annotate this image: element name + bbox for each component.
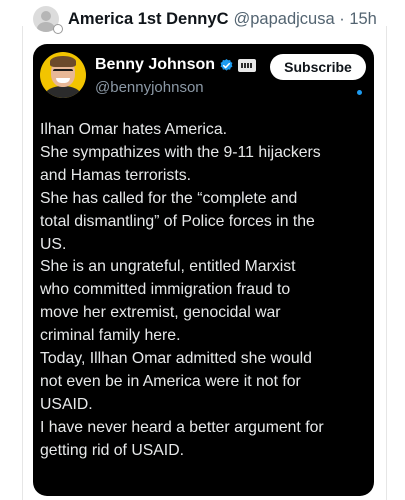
text-line: criminal family here. bbox=[40, 327, 181, 345]
author-handle[interactable]: @papadjcusa · 15h bbox=[233, 10, 376, 29]
avatar-glasses bbox=[53, 69, 73, 76]
avatar-placeholder-head bbox=[41, 11, 51, 21]
affiliate-badge-icon bbox=[238, 58, 257, 72]
post-time[interactable]: 15h bbox=[349, 10, 377, 28]
text-line: Today, Illhan Omar admitted she would bbox=[40, 350, 312, 368]
card-author-handle[interactable]: @bennyjohnson bbox=[95, 79, 204, 96]
text-line: I have never heard a better argument for bbox=[40, 418, 324, 436]
subscribe-button[interactable]: Subscribe bbox=[270, 54, 366, 80]
text-line: She sympathizes with the 9-11 hijackers bbox=[40, 143, 321, 161]
text-line: total dismantling” of Police forces in t… bbox=[40, 212, 315, 230]
avatar-body bbox=[45, 86, 81, 98]
affiliate-badge-bars bbox=[241, 62, 254, 68]
text-line: move her extremist, genocidal war bbox=[40, 304, 281, 322]
quoted-screenshot-card[interactable]: Benny Johnson @bennyjohnson Subscribe Il… bbox=[33, 44, 374, 496]
author-handle-text: @papadjcusa bbox=[233, 9, 335, 28]
separator-dot: · bbox=[339, 9, 345, 28]
verified-badge-icon bbox=[219, 58, 234, 73]
text-line: She is an ungrateful, entitled Marxist bbox=[40, 258, 296, 276]
text-line: who committed immigration fraud to bbox=[40, 281, 291, 299]
avatar-hair bbox=[50, 56, 76, 67]
post-header: America 1st DennyC @papadjcusa · 15h bbox=[33, 2, 395, 36]
text-line: USAID. bbox=[40, 395, 93, 413]
unread-dot-icon bbox=[357, 90, 362, 95]
card-post-text: Ilhan Omar hates America. She sympathize… bbox=[40, 119, 370, 463]
avatar-status-icon bbox=[53, 24, 63, 34]
post: America 1st DennyC @papadjcusa · 15h Ben… bbox=[0, 0, 405, 500]
author-name[interactable]: America 1st DennyC bbox=[68, 10, 228, 29]
text-line: not even be in America were it not for bbox=[40, 372, 301, 390]
card-avatar[interactable] bbox=[40, 52, 86, 98]
text-line: She has called for the “complete and bbox=[40, 189, 298, 207]
text-line: and Hamas terrorists. bbox=[40, 166, 191, 184]
text-line: US. bbox=[40, 235, 67, 253]
post-border-left bbox=[22, 26, 23, 500]
text-line: Ilhan Omar hates America. bbox=[40, 121, 228, 138]
text-line: getting rid of USAID. bbox=[40, 441, 184, 459]
post-border-right bbox=[386, 26, 387, 500]
card-author-name[interactable]: Benny Johnson bbox=[95, 56, 215, 74]
card-name-row: Benny Johnson bbox=[95, 56, 257, 74]
